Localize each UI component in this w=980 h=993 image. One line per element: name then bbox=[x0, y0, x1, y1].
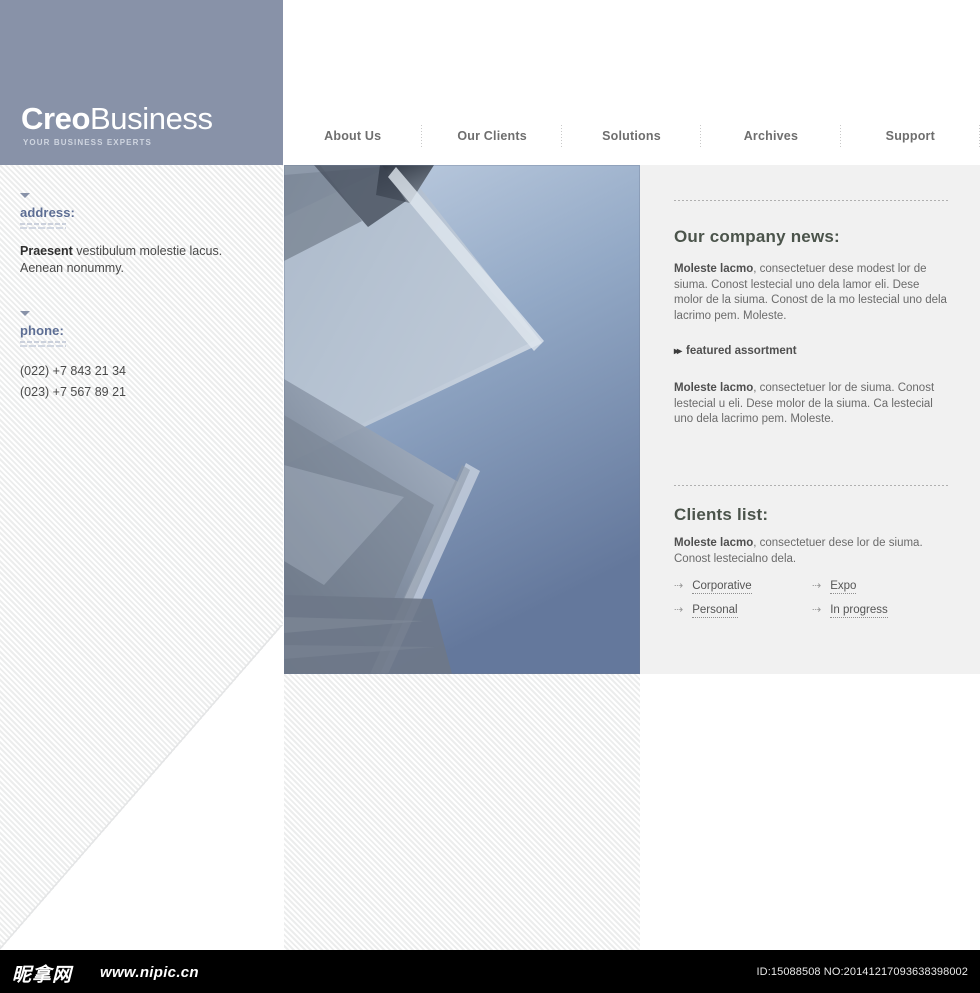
sidebar: address: Praesent vestibulum molestie la… bbox=[0, 165, 283, 950]
address-line-2: Aenean nonummy. bbox=[20, 261, 124, 275]
client-link-personal[interactable]: ⇢ Personal bbox=[674, 604, 812, 618]
divider-middle bbox=[674, 485, 950, 486]
nav-item-about-us[interactable]: About Us bbox=[283, 120, 423, 152]
clients-intro-lead: Moleste lacmo bbox=[674, 537, 754, 549]
client-link-label: Corporative bbox=[692, 580, 752, 594]
client-link-in-progress[interactable]: ⇢ In progress bbox=[812, 604, 950, 618]
clients-link-grid: ⇢ Corporative ⇢ Expo ⇢ Personal ⇢ In pro… bbox=[674, 580, 950, 628]
clients-heading: Clients list: bbox=[674, 505, 769, 524]
dashed-arrow-icon: ⇢ bbox=[812, 604, 822, 616]
client-link-corporative[interactable]: ⇢ Corporative bbox=[674, 580, 812, 594]
phone-microtext bbox=[20, 340, 66, 349]
featured-assortment-link[interactable]: ▸▸ featured assortment bbox=[674, 345, 950, 357]
address-microtext bbox=[20, 222, 66, 231]
content-column: Our company news: Moleste lacmo, consect… bbox=[640, 165, 980, 674]
address-title: address: bbox=[20, 205, 75, 220]
client-link-label: Expo bbox=[830, 580, 857, 594]
address-line-1-rest: vestibulum molestie lacus. bbox=[72, 244, 223, 258]
divider-top bbox=[674, 200, 950, 201]
address-line-1-bold: Praesent bbox=[20, 244, 73, 258]
website-page: address: Praesent vestibulum molestie la… bbox=[0, 0, 980, 950]
triangle-down-icon bbox=[20, 193, 30, 198]
main-navigation: About Us Our Clients Solutions Archives … bbox=[283, 120, 980, 152]
screenshot-root: address: Praesent vestibulum molestie la… bbox=[0, 0, 980, 993]
client-link-expo[interactable]: ⇢ Expo bbox=[812, 580, 950, 594]
logo[interactable]: CreoBusiness bbox=[21, 103, 213, 134]
header-block: CreoBusiness YOUR BUSINESS EXPERTS bbox=[0, 0, 283, 165]
lower-striped-band bbox=[284, 674, 640, 950]
watermark-id-text: ID:15088508 NO:20141217093638398002 bbox=[756, 966, 968, 978]
phone-number-1: (022) +7 843 21 34 bbox=[20, 364, 126, 378]
triangle-down-icon bbox=[20, 311, 30, 316]
dashed-arrow-icon: ⇢ bbox=[812, 580, 822, 592]
dashed-arrow-icon: ⇢ bbox=[674, 604, 684, 616]
sidebar-diagonal-fold bbox=[0, 625, 283, 950]
nav-item-archives[interactable]: Archives bbox=[701, 120, 842, 152]
phone-number-2: (023) +7 567 89 21 bbox=[20, 385, 126, 399]
news-paragraph-2-lead: Moleste lacmo bbox=[674, 382, 754, 394]
double-arrow-icon: ▸▸ bbox=[674, 345, 682, 357]
address-line-1: Praesent vestibulum molestie lacus. bbox=[20, 243, 222, 260]
sidebar-phone-block: phone: (022) +7 843 21 34 (023) +7 567 8… bbox=[20, 311, 126, 403]
clients-intro: Moleste lacmo, consectetuer dese lor de … bbox=[674, 536, 950, 567]
news-paragraph: Moleste lacmo, consectetuer dese modest … bbox=[674, 262, 950, 324]
phone-title: phone: bbox=[20, 323, 64, 338]
logo-creo: Creo bbox=[21, 101, 91, 136]
nipic-logo: 昵拿网 bbox=[12, 964, 73, 986]
nipic-url: www.nipic.cn bbox=[100, 964, 199, 981]
client-link-label: In progress bbox=[830, 604, 888, 618]
watermark-bar: 昵拿网 www.nipic.cn ID:15088508 NO:20141217… bbox=[0, 950, 980, 993]
nav-item-support[interactable]: Support bbox=[841, 120, 980, 152]
logo-tagline: YOUR BUSINESS EXPERTS bbox=[23, 138, 152, 147]
dashed-arrow-icon: ⇢ bbox=[674, 580, 684, 592]
hero-photo bbox=[284, 165, 640, 674]
hero-photo-image bbox=[284, 165, 640, 674]
client-link-label: Personal bbox=[692, 604, 738, 618]
nav-item-solutions[interactable]: Solutions bbox=[562, 120, 702, 152]
logo-business: Business bbox=[90, 101, 213, 136]
nav-item-our-clients[interactable]: Our Clients bbox=[422, 120, 563, 152]
news-paragraph-2: Moleste lacmo, consectetuer lor de siuma… bbox=[674, 381, 950, 428]
featured-assortment-label: featured assortment bbox=[686, 345, 797, 357]
sidebar-address-block: address: Praesent vestibulum molestie la… bbox=[20, 193, 222, 277]
news-heading: Our company news: bbox=[674, 227, 840, 246]
news-paragraph-lead: Moleste lacmo bbox=[674, 263, 754, 275]
